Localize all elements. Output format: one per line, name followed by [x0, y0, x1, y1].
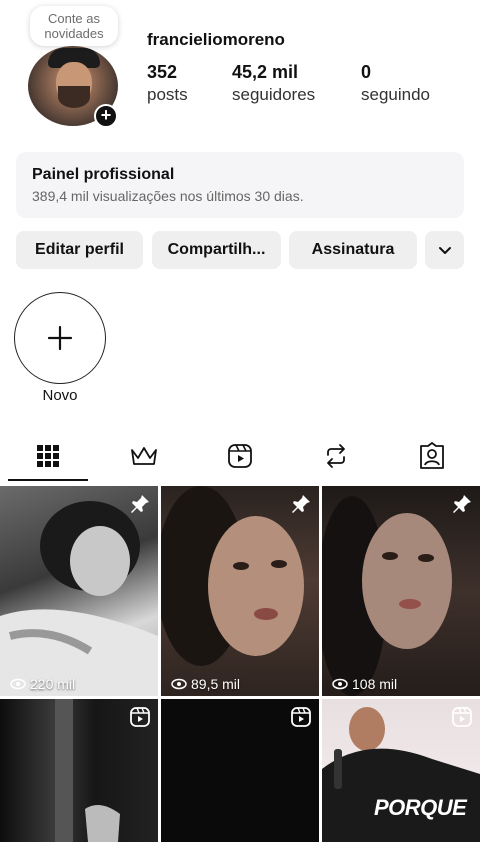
- tab-reposts[interactable]: [288, 430, 384, 482]
- grid-post[interactable]: [0, 699, 158, 842]
- username: francieliomoreno: [147, 30, 285, 49]
- bottom-edge: [0, 846, 480, 854]
- add-story-icon[interactable]: +: [94, 104, 118, 128]
- grid-post[interactable]: PORQUE: [322, 699, 480, 842]
- note-text: Conte as novidades: [44, 11, 104, 41]
- pin-icon: [291, 494, 311, 519]
- view-count: 108 mil: [332, 676, 397, 692]
- pin-icon: [130, 494, 150, 519]
- posts-label: posts: [147, 85, 188, 104]
- profile-tabs: [0, 430, 480, 482]
- stat-following[interactable]: 0 seguindo: [361, 62, 430, 108]
- plus-icon: [47, 325, 73, 351]
- grid-post[interactable]: [161, 699, 319, 842]
- view-count-label: 89,5 mil: [191, 676, 241, 692]
- edit-profile-button[interactable]: Editar perfil: [16, 231, 143, 269]
- followers-label: seguidores: [232, 85, 316, 104]
- eye-icon: [171, 678, 187, 690]
- panel-subtitle: 389,4 mil visualizações nos últimos 30 d…: [32, 188, 304, 204]
- view-count-label: 108 mil: [352, 676, 398, 692]
- posts-grid: 220 mil 89,5 mil 108 mil PORQUE: [0, 486, 480, 854]
- view-count-label: 220 mil: [30, 676, 76, 692]
- followers-count: 45,2 mil: [232, 62, 299, 82]
- tab-subscriptions[interactable]: [96, 430, 192, 482]
- view-count: 89,5 mil: [171, 676, 240, 692]
- eye-icon: [332, 678, 348, 690]
- note-bubble[interactable]: Conte as novidades: [30, 6, 118, 46]
- reel-icon: [291, 707, 311, 732]
- tab-tagged[interactable]: [384, 430, 480, 482]
- grid-post[interactable]: 220 mil: [0, 486, 158, 696]
- professional-dashboard[interactable]: Painel profissional 389,4 mil visualizaç…: [16, 152, 464, 218]
- following-label: seguindo: [361, 85, 431, 104]
- post-overlay-text: PORQUE: [374, 795, 467, 820]
- following-count: 0: [361, 62, 372, 82]
- grid-post[interactable]: 89,5 mil: [161, 486, 319, 696]
- eye-icon: [10, 678, 26, 690]
- tab-reels[interactable]: [192, 430, 288, 482]
- reel-icon: [130, 707, 150, 732]
- posts-count: 352: [147, 62, 178, 82]
- panel-title: Painel profissional: [32, 166, 175, 183]
- repost-icon: [327, 444, 345, 468]
- new-highlight-label: Novo: [42, 387, 78, 404]
- reel-icon: [452, 707, 472, 732]
- reels-icon: [228, 444, 252, 468]
- share-profile-button[interactable]: Compartilh...: [152, 231, 281, 269]
- stat-followers[interactable]: 45,2 mil seguidores: [232, 62, 315, 108]
- grid-icon: [37, 445, 59, 467]
- crown-icon: [131, 447, 157, 465]
- subscription-button[interactable]: Assinatura: [289, 231, 417, 269]
- new-highlight-button[interactable]: [14, 292, 106, 384]
- avatar[interactable]: +: [28, 46, 120, 130]
- active-tab-indicator: [8, 479, 88, 481]
- grid-post[interactable]: 108 mil: [322, 486, 480, 696]
- tab-grid[interactable]: [0, 430, 96, 482]
- more-options-button[interactable]: [425, 231, 464, 269]
- tagged-icon: [420, 442, 444, 469]
- chevron-down-icon: [438, 247, 451, 254]
- view-count: 220 mil: [10, 676, 75, 692]
- pin-icon: [452, 494, 472, 519]
- stat-posts[interactable]: 352 posts: [147, 62, 188, 108]
